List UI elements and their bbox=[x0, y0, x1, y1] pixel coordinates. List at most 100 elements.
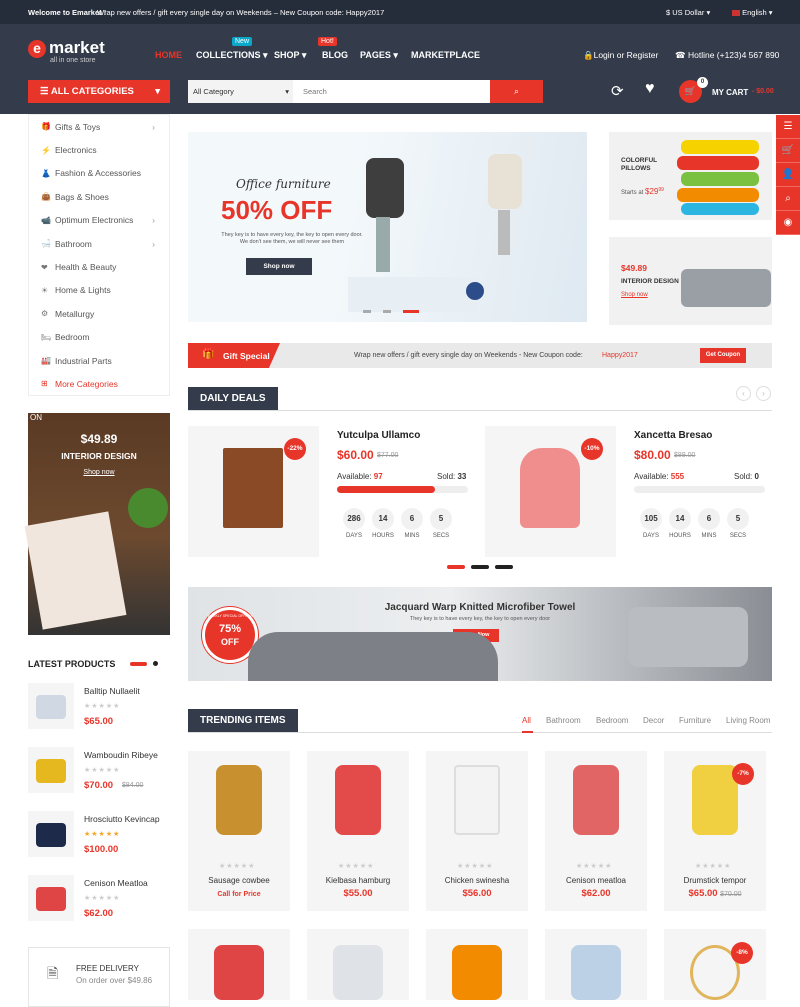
category-icon: 👗 bbox=[41, 168, 51, 178]
next-arrow-icon[interactable]: › bbox=[756, 386, 771, 401]
rating-stars: ★★★★★ bbox=[84, 767, 121, 774]
trending-tab[interactable]: Bedroom bbox=[596, 716, 628, 725]
all-categories-button[interactable]: ☰ ALL CATEGORIES ▾ bbox=[28, 80, 170, 103]
more-categories-label: More Categories bbox=[55, 378, 118, 389]
nav-collections[interactable]: COLLECTIONS ▾ bbox=[196, 50, 268, 61]
category-item[interactable]: ⚡ Electronics bbox=[29, 138, 169, 161]
product-name[interactable]: Drumstick tempor bbox=[664, 876, 766, 885]
pillows-promo[interactable]: COLORFUL PILLOWS Starts at $2999 bbox=[609, 132, 772, 220]
category-item[interactable]: 🎁 Gifts & Toys › bbox=[29, 115, 169, 138]
countdown-mins: 6 bbox=[698, 508, 720, 530]
carousel-dot[interactable] bbox=[153, 661, 158, 666]
category-item[interactable]: 📹 Optimum Electronics › bbox=[29, 209, 169, 232]
category-item[interactable]: 🛁 Bathroom › bbox=[29, 232, 169, 255]
cart-label[interactable]: MY CART bbox=[712, 88, 748, 97]
cart-icon[interactable]: 🛒 bbox=[776, 139, 800, 163]
nav-blog[interactable]: BLOG bbox=[322, 50, 348, 60]
latest-product-name[interactable]: Hrosciutto Kevincap bbox=[84, 814, 160, 824]
trending-tab[interactable]: All bbox=[522, 716, 531, 725]
search-category-select[interactable]: All Category ▾ bbox=[188, 80, 293, 103]
latest-product-name[interactable]: Cenison Meatloa bbox=[84, 878, 148, 888]
countdown-label: HOURS bbox=[669, 533, 691, 539]
discount-badge: -8% bbox=[731, 942, 753, 964]
product-name[interactable]: Chicken swinesha bbox=[426, 876, 528, 885]
nav-marketplace[interactable]: MARKETPLACE bbox=[411, 50, 480, 60]
refresh-icon[interactable]: ⟳ bbox=[611, 82, 624, 100]
eye-icon[interactable]: ◉ bbox=[776, 211, 800, 235]
side-banner-title: INTERIOR DESIGN bbox=[61, 451, 137, 461]
deal-name[interactable]: Xancetta Bresao bbox=[634, 430, 712, 441]
get-coupon-button[interactable]: Get Coupon bbox=[700, 348, 746, 363]
daily-deals-title: DAILY DEALS bbox=[188, 387, 278, 411]
category-item[interactable]: 🛏 Bedroom bbox=[29, 326, 169, 349]
trending-tab[interactable]: Living Room bbox=[726, 716, 770, 725]
chevron-right-icon: › bbox=[152, 215, 155, 226]
latest-product-old-price: $84.00 bbox=[122, 782, 144, 789]
category-item[interactable]: ☀ Home & Lights bbox=[29, 279, 169, 302]
cart-amount: - $0.00 bbox=[752, 88, 774, 95]
deals-dot[interactable] bbox=[495, 565, 513, 569]
side-banner[interactable]: ON $49.89 INTERIOR DESIGN Shop now bbox=[24, 413, 170, 635]
carousel-dot-active[interactable] bbox=[130, 662, 147, 666]
category-item[interactable]: 🏭 Industrial Parts bbox=[29, 349, 169, 372]
chevron-down-icon: ▾ bbox=[768, 8, 773, 17]
rating-stars: ★★★★★ bbox=[84, 895, 121, 902]
deals-dot-active[interactable] bbox=[447, 565, 465, 569]
slider-dot[interactable] bbox=[383, 310, 391, 313]
category-item[interactable]: ⚙ Metallurgy bbox=[29, 302, 169, 325]
product-price: $56.00 bbox=[462, 888, 492, 899]
login-link[interactable]: 🔒Login or Register bbox=[583, 50, 658, 61]
rating-stars: ★★★★★ bbox=[695, 863, 732, 870]
deal-name[interactable]: Yutculpa Ullamco bbox=[337, 430, 420, 441]
prev-arrow-icon[interactable]: ‹ bbox=[736, 386, 751, 401]
rating-stars: ★★★★★ bbox=[219, 863, 256, 870]
trending-tab[interactable]: Bathroom bbox=[546, 716, 581, 725]
interior-promo[interactable]: $49.89 INTERIOR DESIGN Shop now bbox=[609, 237, 772, 325]
language-select[interactable]: English ▾ bbox=[732, 8, 773, 17]
nav-shop[interactable]: SHOP ▾ bbox=[274, 50, 306, 61]
user-icon[interactable]: 👤 bbox=[776, 163, 800, 187]
category-item[interactable]: 👗 Fashion & Accessories bbox=[29, 162, 169, 185]
search-icon[interactable]: ⌕ bbox=[776, 187, 800, 211]
nav-home[interactable]: HOME bbox=[155, 50, 182, 60]
cart-count: 0 bbox=[697, 77, 708, 88]
trending-tab[interactable]: Decor bbox=[643, 716, 664, 725]
deals-dot[interactable] bbox=[471, 565, 489, 569]
search-button[interactable]: ⌕ bbox=[490, 80, 543, 103]
product-name[interactable]: Cenison meatloa bbox=[545, 876, 647, 885]
more-categories[interactable]: ⊞ More Categories bbox=[29, 372, 169, 395]
hero-shop-button[interactable]: Shop now bbox=[246, 258, 312, 275]
slider-dot-active[interactable] bbox=[403, 310, 419, 313]
gift-text: Wrap new offers / gift every single day … bbox=[354, 352, 583, 359]
menu-icon: ☰ bbox=[40, 86, 49, 97]
blanket-image bbox=[24, 511, 127, 630]
hero-text-1: They key is to have every key, the key t… bbox=[221, 232, 363, 238]
hero-banner[interactable]: Office furniture 50% OFF They key is to … bbox=[188, 132, 587, 322]
hot-badge: Hot! bbox=[318, 37, 337, 46]
latest-product-name[interactable]: Wamboudin Ribeye bbox=[84, 750, 158, 760]
product-thumbnail bbox=[36, 887, 66, 911]
towel-banner[interactable]: Jacquard Warp Knitted Microfiber Towel T… bbox=[188, 587, 772, 681]
category-menu: 🎁 Gifts & Toys › ⚡ Electronics 👗 Fashion & Acc… bbox=[28, 114, 170, 396]
deal-price: $60.00 bbox=[337, 448, 374, 462]
nav-pages[interactable]: PAGES ▾ bbox=[360, 50, 398, 61]
latest-product-name[interactable]: Balltip Nullaelit bbox=[84, 686, 140, 696]
currency-select[interactable]: $ US Dollar ▾ bbox=[666, 8, 710, 17]
category-item[interactable]: 👜 Bags & Shoes bbox=[29, 185, 169, 208]
pillow-image bbox=[681, 140, 759, 154]
interior-link[interactable]: Shop now bbox=[621, 292, 648, 298]
gift-icon: 🎁 bbox=[202, 349, 215, 360]
side-banner-link[interactable]: Shop now bbox=[28, 469, 170, 476]
category-item[interactable]: ❤ Health & Beauty bbox=[29, 255, 169, 278]
trending-tab[interactable]: Furniture bbox=[679, 716, 711, 725]
desk-image bbox=[348, 277, 478, 312]
chevron-down-icon: ▾ bbox=[706, 8, 711, 17]
heart-icon[interactable]: ♥ bbox=[645, 80, 655, 98]
search-input[interactable] bbox=[293, 80, 490, 103]
product-name[interactable]: Kielbasa hamburg bbox=[307, 876, 409, 885]
list-icon[interactable]: ☰ bbox=[776, 115, 800, 139]
offer-badge-pct: 75% bbox=[218, 623, 242, 635]
product-name[interactable]: Sausage cowbee bbox=[188, 876, 290, 885]
sofa-image bbox=[681, 269, 771, 307]
slider-dot[interactable] bbox=[363, 310, 371, 313]
